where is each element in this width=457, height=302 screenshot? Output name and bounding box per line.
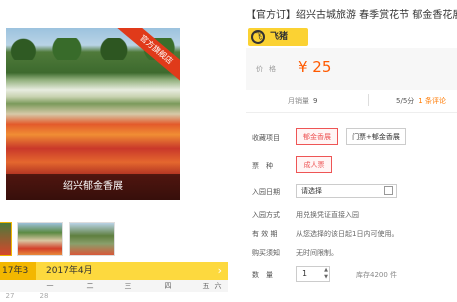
calendar-current-month[interactable]: 2017年4月 <box>46 262 93 280</box>
stats-divider <box>368 94 369 106</box>
option-tulip-show[interactable]: 郁金香展 <box>296 128 338 145</box>
thumbnail-1[interactable] <box>0 222 12 256</box>
entry-method-label: 入园方式 <box>252 211 280 219</box>
monthly-sales-value: 9 <box>313 97 318 105</box>
weekday-label: 二 <box>86 282 94 290</box>
date-placeholder: 请选择 <box>301 187 322 195</box>
purchase-notice-value: 无时间限制。 <box>296 249 338 257</box>
price-panel: 价格 ¥ 25 <box>246 48 457 90</box>
fliggy-brand-badge[interactable]: 飞 飞猪 <box>248 28 308 46</box>
weekday-label: 三 <box>124 282 132 290</box>
rating-max: /5分 <box>400 97 415 105</box>
thumbnail-2[interactable] <box>17 222 63 256</box>
calendar-prev-month[interactable]: 17年3月 <box>0 262 36 294</box>
next-month-arrow-icon[interactable]: › <box>218 262 222 280</box>
weekday-label: 四 <box>164 282 172 290</box>
calendar-month-bar: 17年3月 2017年4月 › <box>0 262 228 294</box>
weekday-label: 六 <box>214 282 222 290</box>
calendar-day[interactable]: 28 <box>34 292 54 300</box>
reviews-link[interactable]: 1 条评论 <box>418 97 446 105</box>
monthly-sales-label: 月销量 <box>288 97 309 105</box>
price-value: ¥ 25 <box>298 58 332 76</box>
brand-name: 飞猪 <box>270 32 289 42</box>
section-divider <box>246 112 457 113</box>
main-product-image: 官方旗舰店 绍兴郁金香展 <box>6 28 180 200</box>
option-adult-ticket[interactable]: 成人票 <box>296 156 332 173</box>
entry-date-select[interactable]: 请选择 <box>296 184 397 198</box>
calendar-day[interactable]: 27 <box>0 292 20 300</box>
price-label: 价格 <box>256 65 282 73</box>
entry-date-label: 入园日期 <box>252 188 280 196</box>
quantity-label: 数 量 <box>252 271 273 279</box>
sales-stats-row: 月销量 9 5/5分 1 条评论 <box>246 92 457 110</box>
calendar-icon[interactable] <box>384 186 393 195</box>
calendar-days: 27 28 <box>0 292 228 302</box>
monthly-sales: 月销量 9 <box>288 96 317 106</box>
rating-summary: 5/5分 1 条评论 <box>396 96 446 106</box>
calendar-weekday-header: 一 二 三 四 五 六 <box>0 280 228 292</box>
validity-label: 有 效 期 <box>252 230 278 238</box>
quantity-decrease-icon[interactable]: ▼ <box>322 274 330 281</box>
ticket-type-label: 票 种 <box>252 162 273 170</box>
option-ticket-plus-tulip[interactable]: 门票+郁金香展 <box>346 128 406 145</box>
purchase-notice-label: 购买须知 <box>252 249 280 257</box>
item-label: 收藏项目 <box>252 134 280 142</box>
product-title: 【官方订】绍兴古城旅游 春季赏花节 郁金香花展 <box>246 10 457 21</box>
thumbnail-strip <box>0 222 180 256</box>
quantity-increase-icon[interactable]: ▲ <box>322 267 330 274</box>
image-caption: 绍兴郁金香展 <box>6 174 180 200</box>
fliggy-logo-icon: 飞 <box>251 30 265 44</box>
thumbnail-3[interactable] <box>69 222 115 256</box>
entry-method-value: 用兑换凭证直接入园 <box>296 211 359 219</box>
stock-count: 库存4200 件 <box>356 271 398 279</box>
validity-value: 从您选择的该日起1日内可使用。 <box>296 230 399 238</box>
weekday-label: 一 <box>46 282 54 290</box>
